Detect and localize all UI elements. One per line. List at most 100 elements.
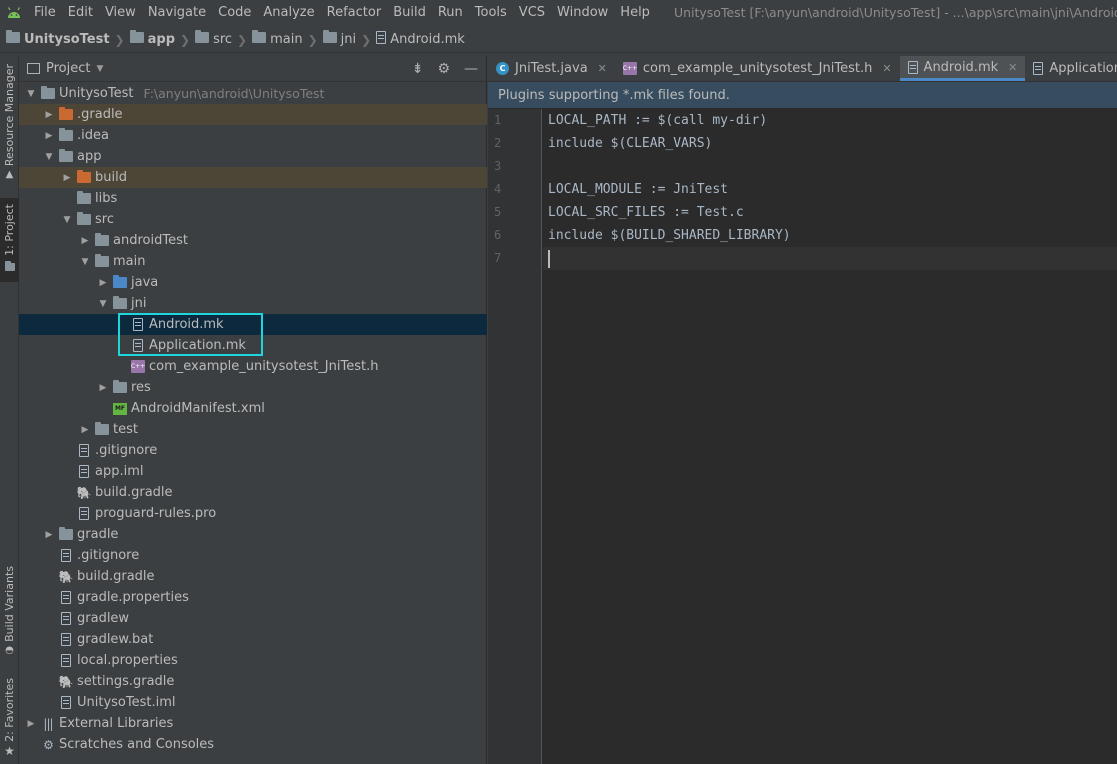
tree-item[interactable]: ▶ androidTest — [19, 230, 487, 251]
folder-icon — [75, 191, 93, 206]
tree-item-label: build — [95, 170, 127, 185]
project-view-selector[interactable]: Project — [46, 61, 90, 76]
tree-item[interactable]: .gitignore — [19, 440, 487, 461]
gear-icon[interactable]: ⚙ — [437, 61, 450, 77]
tree-item[interactable]: ▶ ||| External Libraries — [19, 713, 487, 734]
collapse-all-icon[interactable]: ⇟ — [412, 61, 424, 77]
chevron-down-icon[interactable]: ▼ — [96, 64, 103, 74]
menu-help[interactable]: Help — [614, 0, 656, 25]
breadcrumb-src[interactable]: src — [195, 30, 232, 47]
collapse-arrow-icon[interactable]: ▶ — [59, 173, 75, 183]
tree-item-label: com_example_unitysotest_JniTest.h — [149, 359, 379, 374]
breadcrumb-project[interactable]: UnitysoTest — [6, 30, 110, 47]
breadcrumb-file[interactable]: Android.mk — [376, 31, 465, 48]
expand-arrow-icon[interactable]: ▼ — [95, 299, 111, 309]
collapse-arrow-icon[interactable]: ▶ — [77, 236, 93, 246]
collapse-arrow-icon[interactable]: ▶ — [77, 425, 93, 435]
folder-icon — [252, 30, 267, 47]
code-editor[interactable]: 1 2 3 4 5 6 7 LOCAL_PATH := $(call my-dir) incl… — [488, 109, 1117, 764]
editor-tab[interactable]: C JniTest.java ✕ — [488, 56, 615, 81]
header-file-icon: C++ — [129, 360, 147, 374]
breadcrumb-separator: ❯ — [180, 32, 191, 47]
close-tab-icon[interactable]: ✕ — [1008, 61, 1017, 74]
editor-area: C JniTest.java ✕ C++ com_example_unitysotest… — [488, 56, 1117, 764]
menu-build[interactable]: Build — [387, 0, 432, 25]
tool-tab-resource-manager[interactable]: Resource Manager ▲ — [0, 64, 19, 180]
collapse-arrow-icon[interactable]: ▶ — [95, 383, 111, 393]
tree-item[interactable]: ▶ test — [19, 419, 487, 440]
tree-item[interactable]: gradlew.bat — [19, 629, 487, 650]
collapse-arrow-icon[interactable]: ▶ — [41, 110, 57, 120]
tool-tab-build-variants[interactable]: Build Variants ◓ — [0, 566, 19, 656]
tree-item-label: .gitignore — [95, 443, 158, 458]
editor-tab[interactable]: Android.mk ✕ — [899, 56, 1026, 81]
tree-item[interactable]: ▼ jni — [19, 293, 487, 314]
breadcrumb-jni[interactable]: jni — [322, 30, 356, 47]
tree-item[interactable]: .gitignore — [19, 545, 487, 566]
tree-item[interactable]: gradlew — [19, 608, 487, 629]
menu-tools[interactable]: Tools — [469, 0, 513, 25]
tool-tab-favorites[interactable]: 2: Favorites ★ — [0, 678, 19, 758]
menu-window[interactable]: Window — [551, 0, 614, 25]
expand-arrow-icon[interactable]: ▼ — [23, 89, 39, 99]
tree-item[interactable]: app.iml — [19, 461, 487, 482]
editor-tab-label: com_example_unitysotest_JniTest.h — [642, 61, 873, 76]
folder-icon — [57, 128, 75, 143]
tree-item[interactable]: ▼ UnitysoTest F:\anyun\android\UnitysoTest — [19, 83, 487, 104]
tree-item[interactable]: 🐘 settings.gradle — [19, 671, 487, 692]
editor-tab[interactable]: C++ com_example_unitysotest_JniTest.h ✕ — [615, 56, 900, 81]
tool-tab-project[interactable]: 1: Project — [0, 198, 19, 282]
editor-tabs: C JniTest.java ✕ C++ com_example_unitysotest… — [488, 56, 1117, 82]
tree-item[interactable]: ▶ java — [19, 272, 487, 293]
tree-item[interactable]: ▶ res — [19, 377, 487, 398]
tree-item[interactable]: ▶ .idea — [19, 125, 487, 146]
tree-item[interactable]: ▶ build — [19, 167, 487, 188]
collapse-arrow-icon[interactable]: ▶ — [41, 131, 57, 141]
hide-panel-icon[interactable]: — — [464, 61, 478, 77]
tree-item[interactable]: 🐘 build.gradle — [19, 482, 487, 503]
expand-arrow-icon[interactable]: ▼ — [41, 152, 57, 162]
expand-arrow-icon[interactable]: ▼ — [77, 257, 93, 267]
module-folder-icon — [57, 149, 75, 164]
tree-item[interactable]: 🐘 build.gradle — [19, 566, 487, 587]
tree-item[interactable]: ▶ gradle — [19, 524, 487, 545]
tree-item[interactable]: gradle.properties — [19, 587, 487, 608]
collapse-arrow-icon[interactable]: ▶ — [41, 530, 57, 540]
menu-run[interactable]: Run — [432, 0, 469, 25]
code-line: include $(CLEAR_VARS) — [548, 136, 713, 151]
close-tab-icon[interactable]: ✕ — [598, 62, 607, 75]
folder-icon — [4, 260, 15, 275]
tree-item[interactable]: ⚙ Scratches and Consoles — [19, 734, 487, 755]
tree-item[interactable]: Android.mk — [19, 314, 487, 335]
breadcrumb-main[interactable]: main — [252, 30, 303, 47]
file-icon — [129, 339, 147, 353]
expand-arrow-icon[interactable]: ▼ — [59, 215, 75, 225]
tree-item[interactable]: C++ com_example_unitysotest_JniTest.h — [19, 356, 487, 377]
tree-item[interactable]: local.properties — [19, 650, 487, 671]
menu-file[interactable]: File — [28, 0, 62, 25]
collapse-arrow-icon[interactable]: ▶ — [95, 278, 111, 288]
line-number: 4 — [494, 182, 502, 196]
tree-item[interactable]: proguard-rules.pro — [19, 503, 487, 524]
file-icon — [75, 465, 93, 479]
gradle-icon: 🐘 — [76, 485, 92, 500]
tree-item[interactable]: Application.mk — [19, 335, 487, 356]
menu-refactor[interactable]: Refactor — [321, 0, 388, 25]
tree-item[interactable]: ▼ app — [19, 146, 487, 167]
tree-item[interactable]: MF AndroidManifest.xml — [19, 398, 487, 419]
close-tab-icon[interactable]: ✕ — [882, 62, 891, 75]
tree-item[interactable]: ▼ src — [19, 209, 487, 230]
menu-edit[interactable]: Edit — [62, 0, 99, 25]
breadcrumb-app[interactable]: app — [129, 30, 175, 47]
tree-item[interactable]: UnitysoTest.iml — [19, 692, 487, 713]
menu-vcs[interactable]: VCS — [513, 0, 551, 25]
menu-code[interactable]: Code — [212, 0, 257, 25]
collapse-arrow-icon[interactable]: ▶ — [23, 719, 39, 729]
menu-analyze[interactable]: Analyze — [257, 0, 320, 25]
tree-item[interactable]: ▼ main — [19, 251, 487, 272]
menu-navigate[interactable]: Navigate — [142, 0, 212, 25]
tree-item[interactable]: libs — [19, 188, 487, 209]
editor-tab[interactable]: Application.mk✕ — [1025, 56, 1117, 81]
menu-view[interactable]: View — [99, 0, 142, 25]
tree-item[interactable]: ▶ .gradle — [19, 104, 487, 125]
